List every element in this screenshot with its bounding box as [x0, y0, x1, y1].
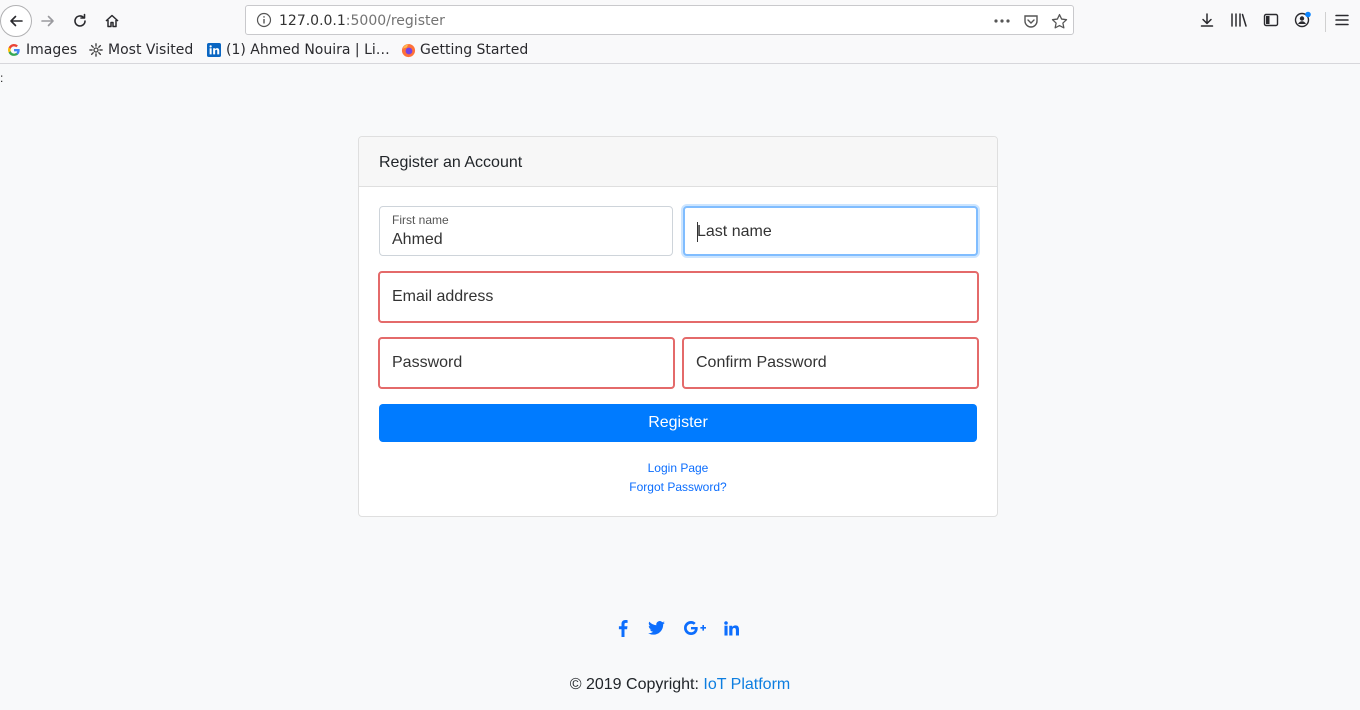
- confirm-password-placeholder: Confirm Password: [696, 354, 827, 371]
- first-name-value: Ahmed: [392, 231, 443, 248]
- back-arrow-icon: [10, 15, 23, 27]
- google-plus-link[interactable]: [683, 618, 707, 638]
- reload-button[interactable]: [64, 5, 96, 37]
- twitter-icon: [647, 621, 665, 635]
- facebook-icon: [618, 619, 628, 637]
- facebook-link[interactable]: [614, 618, 632, 638]
- email-placeholder: Email address: [392, 288, 494, 305]
- linkedin-icon: [206, 42, 222, 58]
- login-page-link: Login Page: [359, 461, 997, 475]
- navigation-bar: 127.0.0.1:5000/register: [0, 4, 1360, 38]
- forward-button[interactable]: [32, 5, 64, 37]
- downloads-button[interactable]: [1192, 5, 1222, 35]
- first-name-field[interactable]: First name Ahmed: [379, 206, 673, 256]
- linkedin-link[interactable]: [722, 618, 740, 638]
- bookmark-label: (1) Ahmed Nouira | Li…: [226, 42, 390, 58]
- sidebar-icon: [1263, 13, 1279, 27]
- account-button[interactable]: [1288, 5, 1318, 35]
- browser-toolbar: 127.0.0.1:5000/register Images Most Visi…: [0, 0, 1360, 64]
- library-icon: [1231, 13, 1247, 27]
- footer-brand-link[interactable]: IoT Platform: [703, 676, 790, 693]
- twitter-link[interactable]: [645, 618, 667, 638]
- bookmark-label: Images: [26, 42, 78, 58]
- register-button[interactable]: Register: [379, 404, 977, 442]
- hamburger-menu-icon: [1335, 14, 1349, 26]
- home-icon: [105, 14, 119, 28]
- bookmark-label: Getting Started: [420, 42, 529, 58]
- forward-arrow-icon: [41, 15, 54, 27]
- email-field[interactable]: Email address: [378, 271, 979, 323]
- star-icon: [1051, 13, 1067, 29]
- pocket-button[interactable]: [1021, 11, 1041, 31]
- confirm-password-field[interactable]: Confirm Password: [682, 337, 979, 389]
- first-name-label: First name: [392, 213, 449, 227]
- login-page-link-text[interactable]: Login Page: [648, 461, 709, 475]
- url-path: :5000/register: [345, 13, 445, 29]
- home-button[interactable]: [96, 5, 128, 37]
- more-dots-icon: [994, 19, 1010, 23]
- page-actions-button[interactable]: [992, 11, 1012, 31]
- toolbar-separator: [1325, 12, 1326, 32]
- forgot-password-link: Forgot Password?: [359, 480, 997, 494]
- password-placeholder: Password: [392, 354, 463, 371]
- bookmark-star-button[interactable]: [1049, 11, 1069, 31]
- account-icon: [1294, 11, 1311, 28]
- reload-icon: [74, 13, 86, 27]
- google-plus-icon: [684, 621, 706, 635]
- linkedin-icon: [723, 620, 739, 636]
- url-bar[interactable]: 127.0.0.1:5000/register: [245, 5, 1074, 35]
- last-name-field[interactable]: Last name: [683, 206, 978, 256]
- last-name-placeholder: Last name: [697, 223, 772, 240]
- menu-button[interactable]: [1327, 5, 1357, 35]
- card-title: Register an Account: [359, 137, 997, 187]
- bookmark-getting-started[interactable]: Getting Started: [400, 42, 528, 58]
- sidebar-button[interactable]: [1256, 5, 1286, 35]
- forgot-password-link-text[interactable]: Forgot Password?: [629, 480, 726, 494]
- bookmark-linkedin[interactable]: (1) Ahmed Nouira | Li…: [206, 42, 390, 58]
- info-icon[interactable]: [256, 12, 272, 28]
- stray-text: :: [0, 71, 4, 85]
- url-host: 127.0.0.1: [279, 13, 346, 29]
- firefox-icon: [400, 42, 416, 58]
- copyright-text: © 2019 Copyright:: [569, 676, 704, 693]
- register-card: Register an Account First name Ahmed Las…: [358, 136, 998, 517]
- footer: © 2019 Copyright: IoT Platform: [0, 676, 1360, 694]
- library-button[interactable]: [1224, 5, 1254, 35]
- url-text: 127.0.0.1:5000/register: [279, 13, 445, 29]
- bookmark-images[interactable]: Images: [6, 42, 77, 58]
- bookmark-most-visited[interactable]: Most Visited: [88, 42, 193, 58]
- bookmark-label: Most Visited: [108, 42, 194, 58]
- google-icon: [6, 42, 22, 58]
- back-button[interactable]: [0, 5, 32, 37]
- gear-icon: [88, 42, 104, 58]
- pocket-icon: [1024, 15, 1038, 28]
- bookmarks-toolbar: Images Most Visited (1) Ahmed Nouira | L…: [0, 40, 1360, 62]
- password-field[interactable]: Password: [378, 337, 675, 389]
- download-icon: [1200, 13, 1214, 27]
